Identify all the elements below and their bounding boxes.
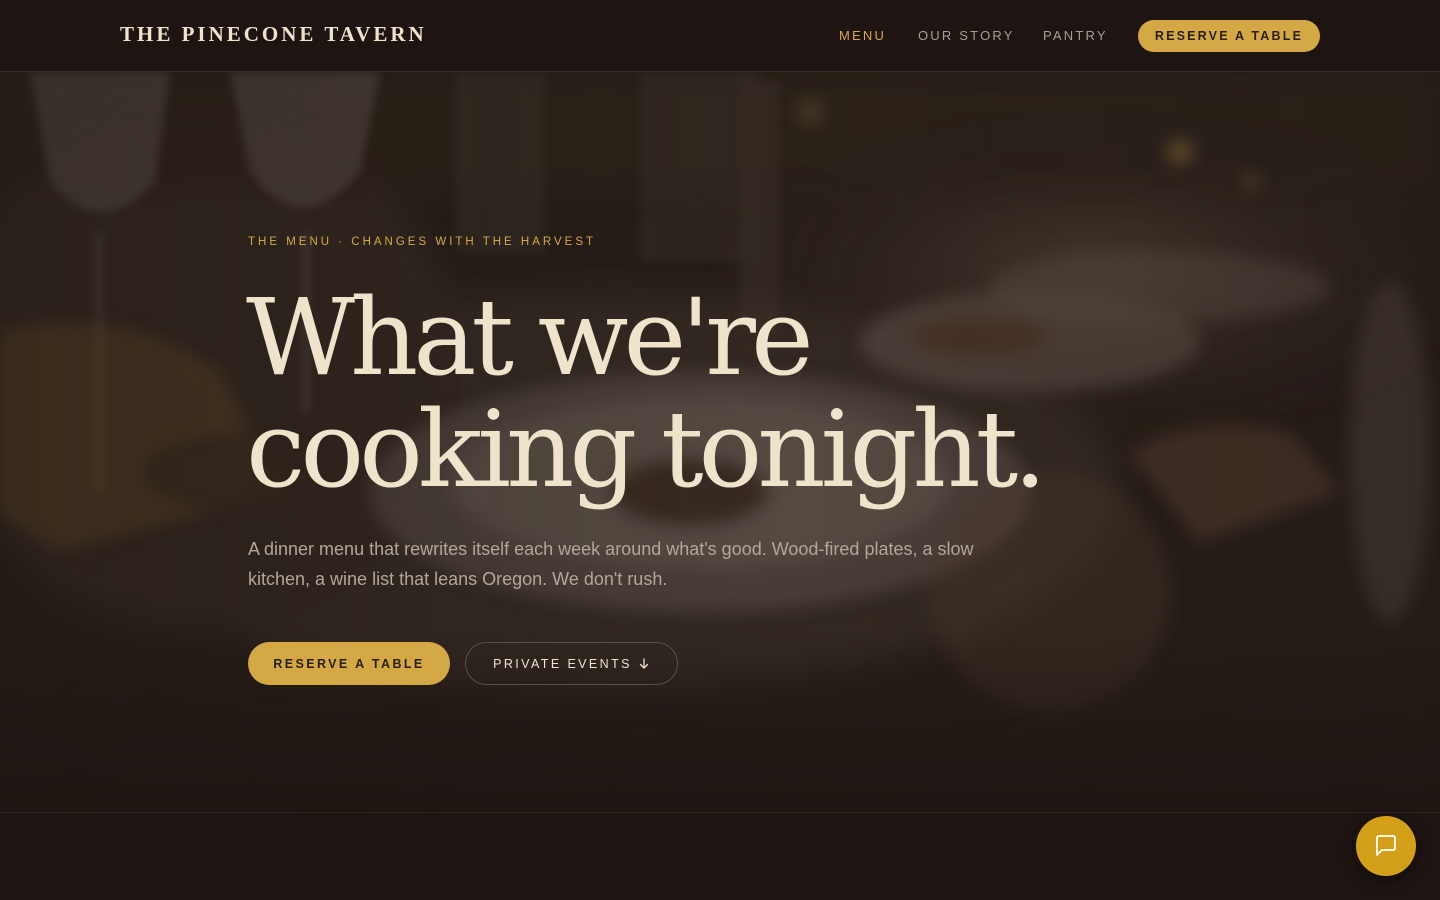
page: THE PINECONE TAVERN MENU OUR STORY PANTR… bbox=[0, 0, 1440, 900]
private-events-label: PRIVATE EVENTS bbox=[493, 656, 632, 671]
header-reserve-button[interactable]: RESERVE A TABLE bbox=[1138, 20, 1320, 52]
headline-line-1: What we're bbox=[246, 276, 814, 399]
chat-button[interactable] bbox=[1356, 816, 1416, 876]
site-header: THE PINECONE TAVERN MENU OUR STORY PANTR… bbox=[0, 0, 1440, 72]
private-events-button[interactable]: PRIVATE EVENTS bbox=[465, 642, 678, 685]
hero-lead-text: A dinner menu that rewrites itself each … bbox=[248, 539, 974, 589]
hero-bottom-fade bbox=[0, 632, 1440, 812]
next-section bbox=[0, 812, 1440, 900]
hero-headline: What we're cooking tonight. bbox=[246, 282, 1066, 506]
chat-icon bbox=[1376, 835, 1396, 856]
headline-line-2: cooking tonight. bbox=[246, 388, 1047, 511]
nav-link-pantry[interactable]: PANTRY bbox=[1043, 28, 1108, 43]
nav-link-menu[interactable]: MENU bbox=[839, 28, 886, 43]
hero-section: THE MENU · CHANGES WITH THE HARVEST What… bbox=[0, 72, 1440, 812]
arrow-down-icon bbox=[639, 657, 649, 669]
nav-link-our-story[interactable]: OUR STORY bbox=[918, 28, 1015, 43]
brand-logo[interactable]: THE PINECONE TAVERN bbox=[120, 22, 427, 47]
hero-reserve-button[interactable]: RESERVE A TABLE bbox=[248, 642, 450, 685]
hero-eyebrow: THE MENU · CHANGES WITH THE HARVEST bbox=[248, 236, 597, 248]
